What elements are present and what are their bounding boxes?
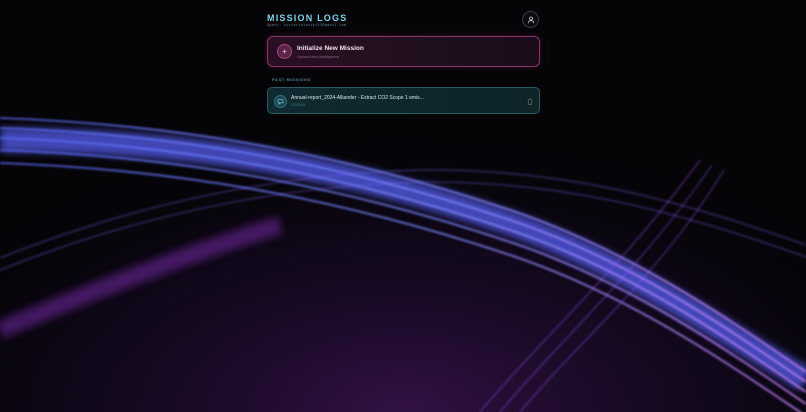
trash-icon[interactable] bbox=[527, 98, 533, 105]
new-mission-label: Initialize New Mission bbox=[297, 45, 364, 52]
new-mission-sublabel: Upload new intelligence bbox=[297, 54, 340, 59]
mission-date: 2/2/2026 bbox=[291, 103, 305, 107]
page-title: MISSION LOGS bbox=[267, 13, 348, 23]
header: MISSION LOGS Agent: victorialaure123@gma… bbox=[267, 8, 540, 36]
profile-button[interactable] bbox=[522, 11, 539, 28]
user-icon bbox=[527, 16, 534, 23]
initialize-new-mission-button[interactable]: + Initialize New Mission Upload new inte… bbox=[267, 36, 540, 67]
past-missions-heading: PAST MISSIONS bbox=[272, 77, 311, 82]
mission-title: Annual-report_2024-Alliander - Extract C… bbox=[291, 95, 424, 101]
chat-icon bbox=[274, 95, 287, 108]
list-item[interactable]: Annual-report_2024-Alliander - Extract C… bbox=[267, 87, 540, 114]
mission-panel: MISSION LOGS Agent: victorialaure123@gma… bbox=[267, 8, 540, 114]
agent-email: Agent: victorialaure123@gmail.com bbox=[267, 23, 347, 27]
plus-icon: + bbox=[277, 44, 292, 59]
